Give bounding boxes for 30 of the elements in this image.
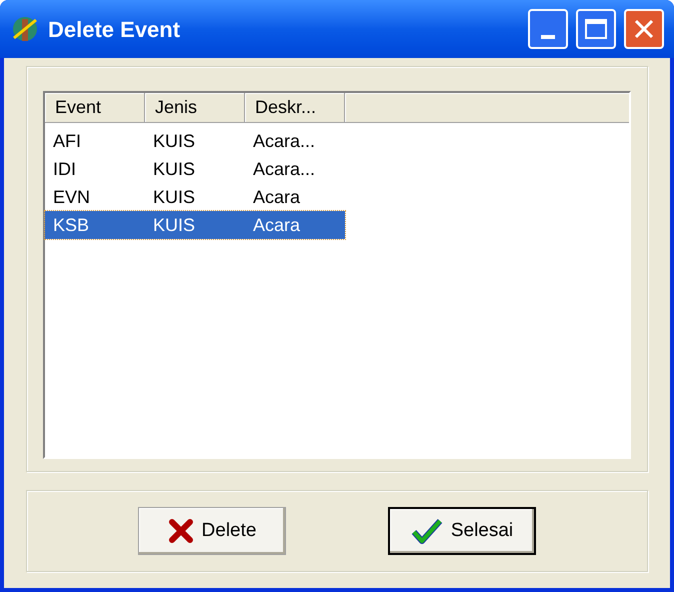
- table-cell-text: Acara...: [252, 158, 316, 180]
- table-cell-text: Acara...: [252, 130, 316, 152]
- table-cell-text: IDI: [52, 158, 78, 180]
- checkmark-icon: [410, 517, 443, 545]
- table-cell-text: KSB: [52, 214, 90, 236]
- column-header[interactable]: Jenis: [145, 93, 245, 123]
- table-cell-text: KUIS: [152, 186, 196, 208]
- list-row[interactable]: EVN KUIS Acara: [45, 183, 345, 211]
- table-cell-text: KUIS: [152, 130, 196, 152]
- window-title: Delete Event: [48, 16, 182, 44]
- maximize-button[interactable]: [576, 9, 616, 49]
- x-icon: [168, 518, 194, 544]
- table-cell-text: EVN: [52, 186, 92, 208]
- close-button[interactable]: [624, 9, 664, 49]
- event-list[interactable]: Event Jenis Deskr... AFI KUIS Acara... IDI KUIS Acara... EVN KUIS Acara KSB KUIS Acara: [43, 91, 631, 459]
- dialog-button[interactable]: Selesai: [388, 507, 536, 555]
- app-icon: [10, 14, 40, 44]
- close-icon: [632, 17, 656, 41]
- list-row[interactable]: IDI KUIS Acara...: [45, 155, 345, 183]
- list-row[interactable]: KSB KUIS Acara: [45, 211, 345, 239]
- table-cell-text: Acara: [252, 186, 302, 208]
- table-cell-text: KUIS: [152, 158, 196, 180]
- column-header[interactable]: Deskr...: [245, 93, 345, 123]
- list-row[interactable]: AFI KUIS Acara...: [45, 127, 345, 155]
- table-cell-text: KUIS: [152, 214, 196, 236]
- minimize-button[interactable]: [528, 9, 568, 49]
- table-cell-text: AFI: [52, 130, 82, 152]
- table-cell-text: Acara: [252, 214, 302, 236]
- dialog-button[interactable]: Delete: [138, 507, 286, 555]
- column-header[interactable]: Event: [45, 93, 145, 123]
